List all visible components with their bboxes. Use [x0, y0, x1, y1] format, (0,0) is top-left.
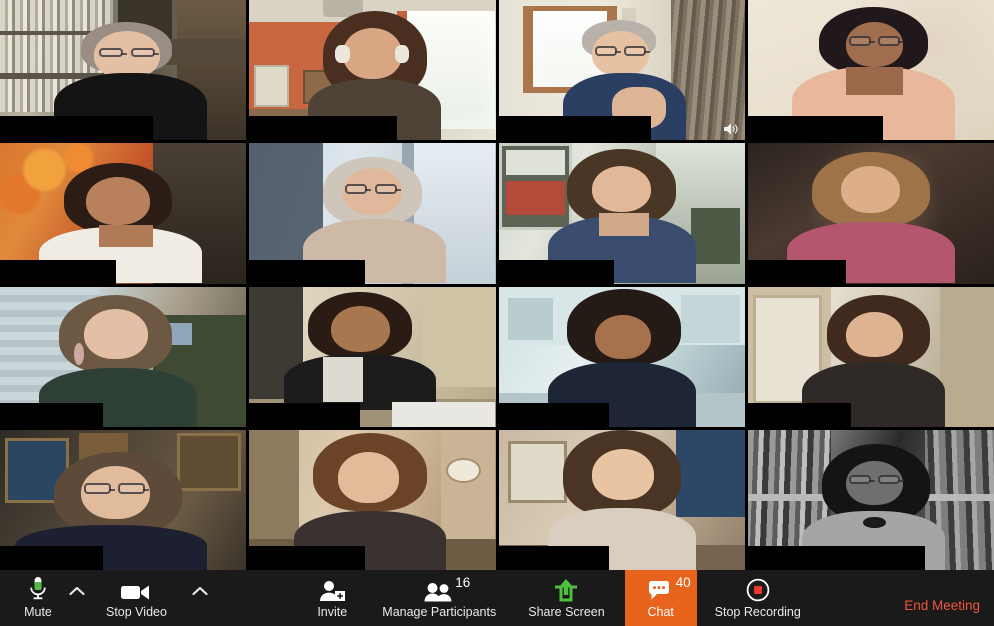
participant-name-plate — [249, 259, 365, 284]
share-screen-label: Share Screen — [528, 605, 605, 619]
participant-tile-3[interactable] — [498, 0, 745, 141]
participant-tile-1[interactable] — [0, 0, 247, 141]
participant-name-plate — [0, 116, 153, 141]
participant-name-plate — [498, 402, 610, 427]
chevron-up-icon — [192, 586, 208, 596]
participant-name-plate — [249, 402, 361, 427]
share-screen-button[interactable]: Share Screen — [518, 570, 614, 626]
zoom-meeting-window: Mute Stop Video Invite 16 Manage Partici… — [0, 0, 994, 626]
participant-name-plate — [0, 546, 104, 570]
share-screen-icon — [553, 576, 579, 602]
participant-name-plate — [0, 402, 104, 427]
participant-name-plate — [249, 116, 397, 141]
mute-button[interactable]: Mute — [12, 570, 64, 626]
participant-name-plate — [249, 546, 365, 570]
chevron-up-icon — [69, 586, 85, 596]
toolbar-spacer-right — [811, 570, 904, 626]
chat-count-badge: 40 — [675, 575, 691, 590]
audio-options-chevron[interactable] — [64, 570, 90, 626]
participant-name-plate — [498, 116, 652, 141]
end-meeting-button[interactable]: End Meeting — [904, 570, 994, 626]
participant-tile-11[interactable] — [498, 286, 745, 427]
participant-count-badge: 16 — [455, 575, 471, 590]
participant-tile-10[interactable] — [249, 286, 496, 427]
participant-name-plate — [747, 116, 884, 141]
participant-tile-15[interactable] — [498, 429, 745, 570]
end-meeting-label: End Meeting — [904, 598, 980, 613]
participant-name-plate — [0, 259, 116, 284]
stop-video-button-label: Stop Video — [106, 605, 167, 619]
manage-participants-label: Manage Participants — [382, 605, 497, 619]
toolbar-spacer-left — [213, 570, 306, 626]
participant-tile-9[interactable] — [0, 286, 247, 427]
chat-button-label: Chat — [647, 605, 674, 619]
participant-name-plate — [747, 546, 926, 570]
participant-tile-5[interactable] — [0, 143, 247, 284]
invite-button[interactable]: Invite — [306, 570, 358, 626]
record-stop-icon — [746, 576, 770, 602]
participant-name-plate — [747, 402, 852, 427]
mute-button-label: Mute — [24, 605, 52, 619]
manage-participants-button[interactable]: 16 Manage Participants — [372, 570, 506, 626]
participant-name-plate — [747, 259, 847, 284]
camera-icon — [120, 576, 152, 602]
participant-name-plate — [498, 259, 615, 284]
invite-button-label: Invite — [317, 605, 348, 619]
speaker-volume-icon — [723, 123, 738, 135]
participant-name-plate — [498, 546, 610, 570]
add-person-icon — [318, 576, 346, 602]
participant-tile-12[interactable] — [747, 286, 994, 427]
people-icon: 16 — [424, 575, 470, 602]
chat-button[interactable]: 40 Chat — [624, 570, 697, 626]
gallery-video-grid — [0, 0, 994, 570]
participant-tile-16[interactable] — [747, 429, 994, 570]
microphone-icon — [28, 576, 48, 602]
chat-bubble-icon: 40 — [647, 575, 691, 602]
participant-tile-7[interactable] — [498, 143, 745, 284]
participant-tile-6[interactable] — [249, 143, 496, 284]
participant-tile-13[interactable] — [0, 429, 247, 570]
stop-video-button[interactable]: Stop Video — [96, 570, 177, 626]
video-options-chevron[interactable] — [187, 570, 213, 626]
stop-recording-label: Stop Recording — [714, 605, 801, 619]
participant-tile-8[interactable] — [747, 143, 994, 284]
participant-tile-4[interactable] — [747, 0, 994, 141]
participant-tile-14[interactable] — [249, 429, 496, 570]
participant-tile-2[interactable] — [249, 0, 496, 141]
meeting-toolbar: Mute Stop Video Invite 16 Manage Partici… — [0, 570, 994, 626]
stop-recording-button[interactable]: Stop Recording — [705, 570, 811, 626]
